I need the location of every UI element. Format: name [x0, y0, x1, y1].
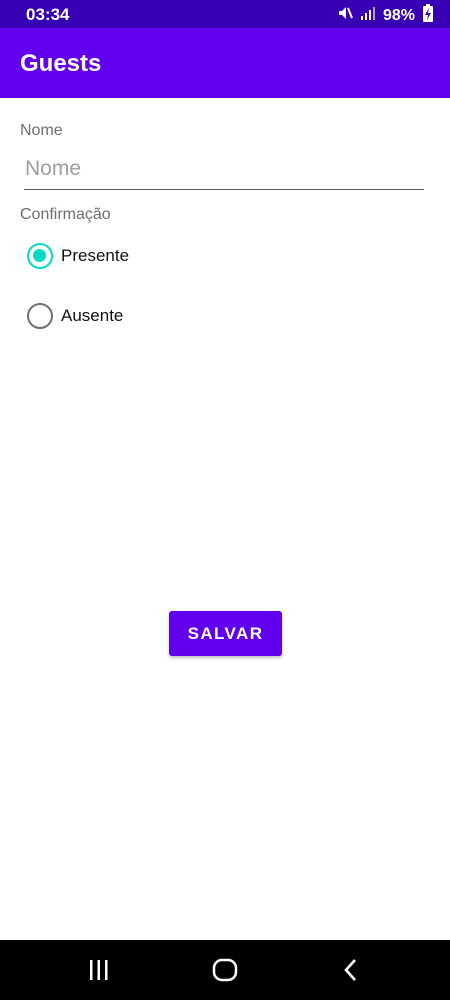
home-button[interactable]: [195, 940, 255, 1000]
save-button[interactable]: SALVAR: [169, 611, 282, 656]
status-icons: 98%: [337, 4, 434, 27]
recents-button[interactable]: [69, 940, 129, 1000]
radio-ausente[interactable]: Ausente: [27, 303, 123, 329]
name-label: Nome: [20, 122, 63, 139]
battery-icon: [422, 4, 434, 27]
app-bar: Guests: [0, 28, 450, 98]
app-title: Guests: [20, 50, 102, 77]
signal-icon: [360, 5, 376, 26]
confirmation-label: Confirmação: [20, 206, 111, 223]
status-time: 03:34: [26, 5, 70, 24]
radio-presente-label: Presente: [61, 246, 130, 265]
radio-checked-icon[interactable]: [27, 243, 53, 269]
radio-presente[interactable]: Presente: [27, 243, 129, 269]
status-bar: 03:34 98%: [0, 0, 450, 28]
recents-icon: [90, 960, 108, 980]
battery-percent: 98%: [382, 6, 415, 24]
back-button[interactable]: [321, 940, 381, 1000]
radio-unchecked-icon[interactable]: [27, 303, 53, 329]
home-icon: [212, 958, 238, 982]
mute-icon: [337, 5, 353, 26]
nav-bar: [0, 940, 450, 1000]
name-input[interactable]: [24, 152, 424, 190]
back-icon: [344, 959, 356, 981]
radio-ausente-label: Ausente: [61, 306, 124, 325]
